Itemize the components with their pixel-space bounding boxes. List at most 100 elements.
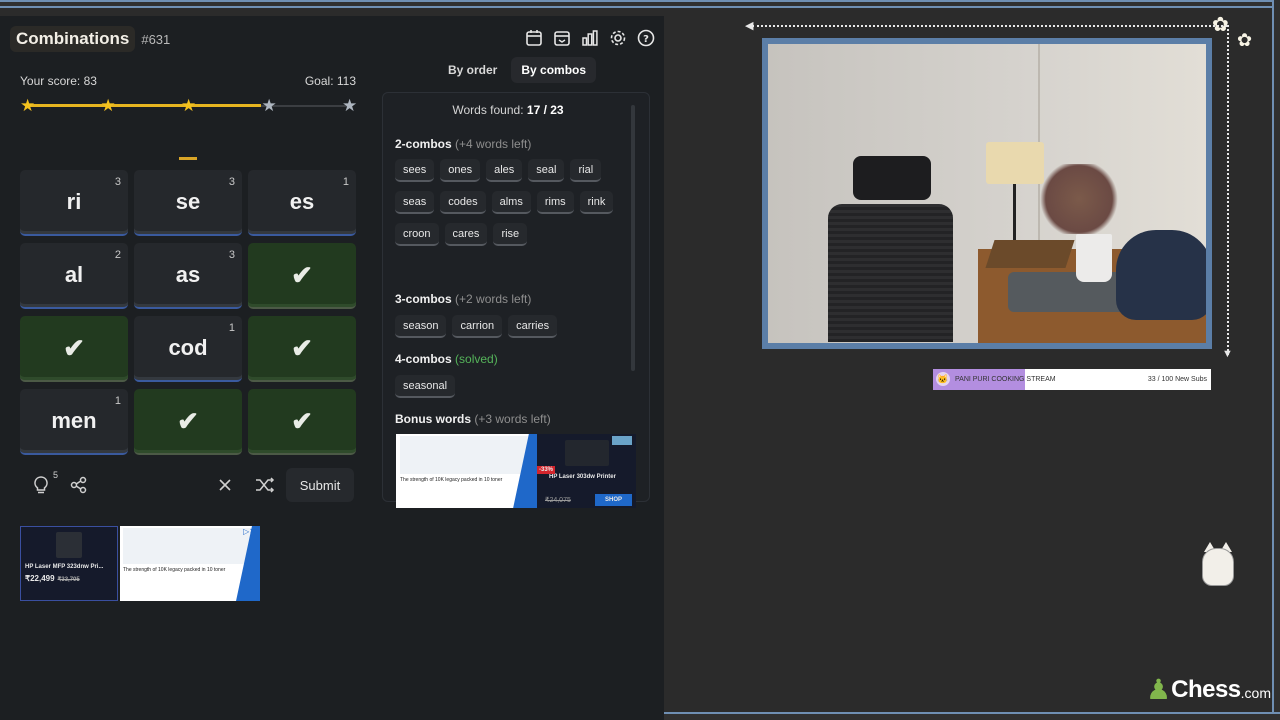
arrow-left-icon: ◀	[745, 20, 754, 32]
word-chip[interactable]: carrion	[452, 315, 503, 338]
calendar-archive-icon[interactable]	[552, 28, 572, 48]
calendar-icon[interactable]	[524, 28, 544, 48]
tile-letters: cod	[168, 335, 208, 360]
logo-word: Chess	[1171, 676, 1241, 703]
hint-count: 5	[52, 470, 58, 480]
tile-count: 2	[114, 249, 121, 261]
word-chip[interactable]: croon	[395, 223, 439, 246]
ad-banner[interactable]: The strength of 10K legacy packed in 10 …	[120, 526, 260, 601]
checkmark-icon: ✔	[63, 332, 85, 363]
tile-letters: as	[175, 262, 201, 287]
score-row: Your score: 83 Goal: 113	[20, 74, 356, 88]
ad-product-image	[400, 436, 533, 474]
word-chip[interactable]: seal	[528, 159, 565, 182]
decorative-dotted-line-right	[1227, 25, 1229, 355]
ad-banner-large[interactable]: The strength of 10K legacy packed in 10 …	[396, 434, 537, 508]
adchoices-icon[interactable]: ▷✕	[243, 527, 256, 536]
word-chip[interactable]: ales	[486, 159, 523, 182]
ad-shop-button[interactable]: SHOP	[594, 494, 632, 506]
group-bonus-title: Bonus words (+3 words left)	[395, 412, 551, 426]
arrow-down-icon: ▼	[1222, 348, 1233, 360]
checkmark-icon: ✔	[291, 332, 313, 363]
word-list-scrollbar[interactable]	[631, 105, 635, 371]
word-chip[interactable]: ones	[440, 159, 481, 182]
tile-grid: ri 3 se 3 es 1 al 2 as 3 ✔ ✔ cod 1 ✔ men 1 ✔ ✔	[20, 170, 356, 455]
tile[interactable]: ri 3	[20, 170, 128, 236]
score-marker	[179, 157, 197, 160]
tile[interactable]: as 3	[134, 243, 242, 309]
lightbulb-icon	[34, 476, 48, 494]
tab-by-combos[interactable]: By combos	[511, 57, 597, 83]
adchoices-icon[interactable]	[612, 436, 632, 445]
group-title-text: 3-combos	[395, 292, 452, 306]
office-chair-headrest	[853, 156, 931, 200]
tile[interactable]: cod 1	[134, 316, 242, 382]
decorative-dotted-line-top	[752, 25, 1227, 27]
flower-icon: ✿	[1237, 30, 1253, 50]
ad-banner-text: The strength of 10K legacy packed in 10 …	[400, 477, 503, 483]
tile-solved: ✔	[248, 243, 356, 309]
star-earned-icon: ★	[181, 96, 197, 115]
tile-solved: ✔	[20, 316, 128, 382]
logo-domain: .com	[1240, 685, 1271, 701]
cat-sticker	[1196, 540, 1240, 588]
ad-product-image	[123, 528, 257, 564]
ad-price-old: ₹33,705	[57, 577, 80, 583]
ad-printer-price: ₹22,499 ₹33,705	[25, 574, 113, 583]
checkmark-icon: ✔	[291, 405, 313, 436]
word-chip[interactable]: seasonal	[395, 375, 456, 398]
word-chip[interactable]: rise	[493, 223, 528, 246]
potted-plant	[1036, 164, 1122, 234]
star-icon: ★	[342, 96, 358, 115]
help-icon[interactable]: ?	[636, 28, 656, 48]
tile-letters: al	[64, 262, 84, 287]
sub-goal-bar: 🐱 PANI PURI COOKING STREAM 33 / 100 New …	[933, 369, 1211, 390]
printer-image	[565, 440, 609, 466]
word-chip[interactable]: rims	[536, 191, 574, 214]
word-chip[interactable]: codes	[440, 191, 486, 214]
ad-printer-card-large[interactable]: -33% HP Laser 303dw Printer ₹24,075 SHOP	[537, 434, 636, 508]
tile[interactable]: es 1	[248, 170, 356, 236]
star-icon: ★	[261, 96, 277, 115]
hint-button[interactable]: 5	[28, 468, 58, 502]
ad-printer-name: HP Laser MFP 323dnw Pri...	[25, 564, 104, 570]
tile-solved: ✔	[248, 389, 356, 455]
advertisement-small[interactable]: HP Laser MFP 323dnw Pri... ₹22,499 ₹33,70…	[20, 526, 260, 601]
cat-body	[1202, 548, 1234, 586]
submit-button[interactable]: Submit	[286, 468, 354, 502]
advertisement-inline[interactable]: The strength of 10K legacy packed in 10 …	[396, 434, 636, 508]
office-chair-back	[828, 204, 953, 342]
word-chip[interactable]: rial	[570, 159, 602, 182]
tile[interactable]: se 3	[134, 170, 242, 236]
word-chip[interactable]: rink	[579, 191, 614, 214]
words-found: Words found: 17 / 23	[383, 103, 633, 117]
webcam-feed	[768, 44, 1206, 343]
share-button[interactable]	[66, 468, 92, 502]
star-earned-icon: ★	[100, 96, 116, 115]
shuffle-icon	[256, 477, 275, 493]
word-chip[interactable]: carries	[508, 315, 558, 338]
tile-count: 3	[114, 176, 121, 188]
ad-printer-name: HP Laser 303dw Printer	[549, 474, 616, 480]
ad-printer-card[interactable]: HP Laser MFP 323dnw Pri... ₹22,499 ₹33,70…	[20, 526, 118, 601]
clear-button[interactable]	[210, 468, 240, 502]
word-chip[interactable]: cares	[444, 223, 488, 246]
tab-by-order[interactable]: By order	[438, 57, 507, 83]
group-title-text: 2-combos	[395, 137, 452, 151]
tile-letters: ri	[66, 189, 82, 214]
bar-chart-icon[interactable]	[580, 28, 600, 48]
shuffle-button[interactable]	[248, 468, 282, 502]
word-chip[interactable]: season	[395, 315, 447, 338]
word-chip[interactable]: alms	[491, 191, 531, 214]
tile[interactable]: al 2	[20, 243, 128, 309]
word-chip[interactable]: seas	[395, 191, 435, 214]
group-3-combos-words: season carrion carries	[395, 315, 625, 338]
chess-com-logo: ♟ Chess .com	[1146, 676, 1271, 704]
gear-icon[interactable]	[608, 28, 628, 48]
stream-frame-top	[0, 0, 1280, 8]
word-chip[interactable]: sees	[395, 159, 435, 182]
tile[interactable]: men 1	[20, 389, 128, 455]
group-note: (solved)	[455, 352, 498, 366]
action-bar: 5 Submit	[20, 468, 356, 502]
group-note: (+3 words left)	[474, 412, 551, 426]
